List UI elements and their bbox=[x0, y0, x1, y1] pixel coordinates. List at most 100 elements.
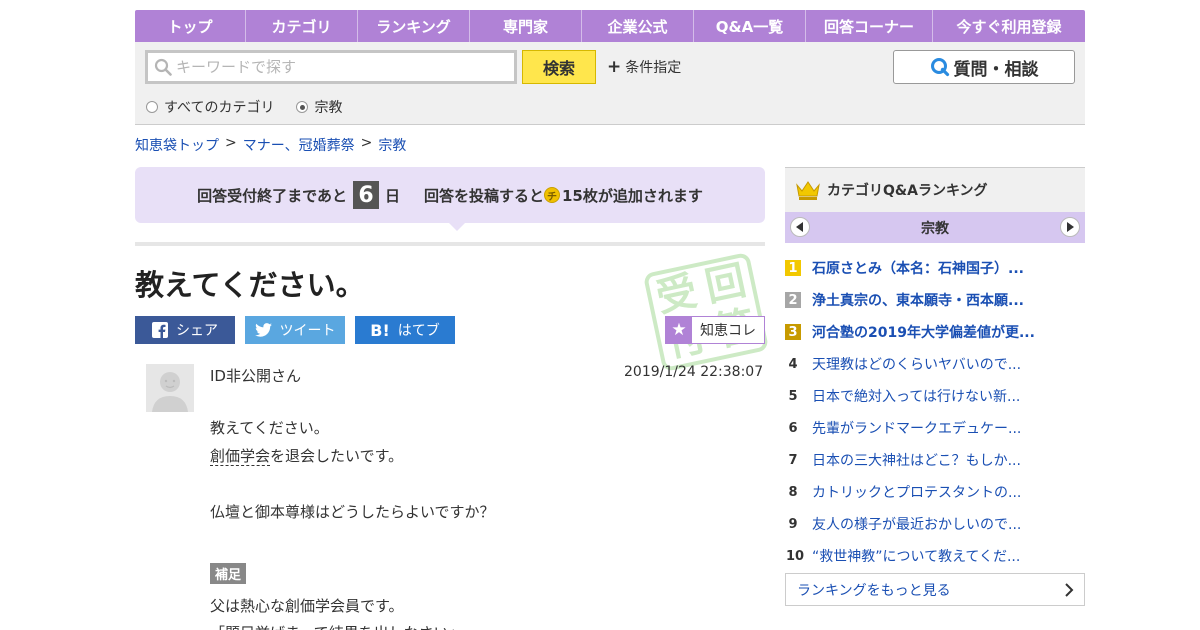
avatar bbox=[146, 364, 194, 412]
prev-category-button[interactable] bbox=[790, 217, 810, 237]
chie-coin-icon: チ bbox=[544, 187, 560, 203]
star-icon: ★ bbox=[666, 317, 692, 343]
nav-item-qa-list[interactable]: Q&A一覧 bbox=[694, 10, 806, 42]
ranking-item[interactable]: 3 河合塾の2019年大学偏差値が更... bbox=[785, 320, 1085, 344]
nav-item-category[interactable]: カテゴリ bbox=[246, 10, 358, 42]
radio-all-categories[interactable]: すべてのカテゴリ bbox=[146, 97, 274, 117]
twitter-icon bbox=[254, 323, 272, 337]
radio-off-icon bbox=[146, 101, 158, 113]
ranking-item-text: 日本で絶対入っては行けない新... bbox=[812, 389, 1021, 405]
default-avatar-icon bbox=[146, 364, 194, 412]
rank-number: 9 bbox=[788, 516, 798, 532]
rank-number: 2 bbox=[785, 292, 801, 308]
ranking-item-text: 河合塾の2019年大学偏差値が更... bbox=[812, 325, 1035, 341]
plus-icon: + bbox=[607, 57, 622, 77]
rank-number: 6 bbox=[788, 420, 798, 436]
notice-tail bbox=[449, 223, 465, 231]
search-box bbox=[145, 50, 517, 84]
more-ranking-label: ランキングをもっと見る bbox=[797, 582, 951, 599]
nav-item-ranking[interactable]: ランキング bbox=[358, 10, 470, 42]
ranking-item-text: 日本の三大神社はどこ？もしか... bbox=[812, 453, 1021, 469]
breadcrumb-religion[interactable]: 宗教 bbox=[378, 135, 406, 155]
radio-all-label: すべてのカテゴリ bbox=[164, 100, 275, 116]
search-input[interactable] bbox=[176, 58, 496, 76]
rank-number: 5 bbox=[788, 388, 798, 404]
ranking-item[interactable]: 10 “救世神教”について教えてくだ... bbox=[785, 544, 1085, 568]
hatena-bookmark-button[interactable]: B! はてブ bbox=[355, 316, 455, 344]
search-icon bbox=[154, 58, 172, 76]
search-area: 検索 + 条件指定 質問・相談 すべてのカテゴリ 宗教 bbox=[135, 42, 1085, 125]
stamp-char: 受 bbox=[652, 268, 702, 322]
supplement-badge: 補足 bbox=[210, 563, 247, 584]
keyword-link[interactable]: 創価学会 bbox=[210, 447, 271, 466]
accepting-answers-stamp: 受 回 付 答 bbox=[642, 251, 770, 373]
ranking-header: カテゴリQ&Aランキング bbox=[785, 167, 1085, 212]
ranking-item[interactable]: 7 日本の三大神社はどこ？もしか... bbox=[785, 448, 1085, 472]
divider bbox=[135, 242, 765, 246]
facebook-share-label: シェア bbox=[176, 323, 218, 339]
ranking-title: カテゴリQ&Aランキング bbox=[827, 183, 988, 199]
ranking-item-text: 友人の様子が最近おかしいので... bbox=[812, 517, 1022, 533]
triangle-left-icon bbox=[796, 222, 803, 232]
nav-item-register[interactable]: 今すぐ利用登録 bbox=[933, 10, 1085, 42]
rank-number: 7 bbox=[788, 452, 798, 468]
ask-question-label: 質問・相談 bbox=[953, 59, 1039, 80]
twitter-share-button[interactable]: ツイート bbox=[245, 316, 345, 344]
question-timestamp: 2019/1/24 22:38:07 bbox=[624, 364, 764, 380]
rank-number: 4 bbox=[788, 356, 798, 372]
chiekore-label: 知恵コレ bbox=[700, 323, 756, 339]
chevron-right-icon bbox=[1065, 583, 1074, 597]
search-button[interactable]: 検索 bbox=[522, 50, 596, 84]
ranking-item-text: 先輩がランドマークエデュケー... bbox=[812, 421, 1022, 437]
facebook-share-button[interactable]: シェア bbox=[135, 316, 235, 344]
rank-number: 10 bbox=[785, 548, 805, 564]
ranking-item[interactable]: 9 友人の様子が最近おかしいので... bbox=[785, 512, 1085, 536]
days-remaining: 6 bbox=[352, 181, 379, 209]
triangle-right-icon bbox=[1067, 222, 1074, 232]
ranking-item-text: 天理教はどのくらいヤバいので... bbox=[812, 357, 1022, 373]
ranking-item[interactable]: 2 浄土真宗の、東本願寺・西本願... bbox=[785, 288, 1085, 312]
stamp-char: 回 bbox=[701, 257, 751, 311]
notice-suffix: 15枚が追加されます bbox=[562, 186, 703, 205]
question-body-line: 創価学会を退会したいです。 bbox=[210, 445, 403, 466]
ranking-category-bar: 宗教 bbox=[785, 212, 1085, 243]
question-body-line: 仏壇と御本尊様はどうしたらよいですか？ bbox=[210, 503, 495, 521]
hatena-share-label: はてブ bbox=[397, 323, 440, 339]
nav-item-answer-corner[interactable]: 回答コーナー bbox=[806, 10, 933, 42]
more-ranking-button[interactable]: ランキングをもっと見る bbox=[785, 573, 1085, 606]
ranking-item-text: カトリックとプロテスタントの... bbox=[812, 485, 1022, 501]
rank-number: 1 bbox=[785, 260, 801, 276]
nav-item-experts[interactable]: 専門家 bbox=[470, 10, 582, 42]
nav-item-official[interactable]: 企業公式 bbox=[582, 10, 694, 42]
notice-middle: 回答を投稿すると bbox=[423, 186, 544, 205]
ranking-item-text: 石原さとみ（本名：石神国子）... bbox=[812, 261, 1024, 277]
chiekore-button[interactable]: ★ 知恵コレ bbox=[665, 316, 765, 344]
radio-on-icon bbox=[296, 101, 309, 113]
condition-toggle[interactable]: + 条件指定 bbox=[607, 57, 681, 77]
notice-prefix: 回答受付終了まであと bbox=[197, 186, 347, 205]
breadcrumb-top[interactable]: 知恵袋トップ bbox=[135, 135, 219, 155]
breadcrumb-separator: > bbox=[225, 135, 237, 151]
supplement-line: 父は熱心な創価学会員です。 bbox=[210, 597, 404, 615]
ask-question-button[interactable]: 質問・相談 bbox=[893, 50, 1075, 84]
ranking-item[interactable]: 1 石原さとみ（本名：石神国子）... bbox=[785, 256, 1085, 280]
ranking-item[interactable]: 4 天理教はどのくらいヤバいので... bbox=[785, 352, 1085, 376]
ranking-item[interactable]: 5 日本で絶対入っては行けない新... bbox=[785, 384, 1085, 408]
nav-item-top[interactable]: トップ bbox=[135, 10, 246, 42]
question-body-text: を退会したいです。 bbox=[270, 447, 404, 465]
radio-current-label: 宗教 bbox=[314, 100, 343, 116]
rank-number: 8 bbox=[788, 484, 798, 500]
q-logo-icon bbox=[930, 58, 949, 77]
breadcrumb: 知恵袋トップ > マナー、冠婚葬祭 > 宗教 bbox=[135, 135, 406, 155]
question-author: ID非公開さん bbox=[210, 367, 301, 385]
condition-label: 条件指定 bbox=[625, 60, 682, 76]
radio-current-category[interactable]: 宗教 bbox=[296, 97, 342, 117]
ranking-category: 宗教 bbox=[921, 220, 949, 237]
ranking-item[interactable]: 8 カトリックとプロテスタントの... bbox=[785, 480, 1085, 504]
next-category-button[interactable] bbox=[1060, 217, 1080, 237]
answer-deadline-notice: 回答受付終了まであと 6 日 回答を投稿すると チ 15枚が追加されます bbox=[135, 167, 765, 223]
ranking-item[interactable]: 6 先輩がランドマークエデュケー... bbox=[785, 416, 1085, 440]
breadcrumb-manners[interactable]: マナー、冠婚葬祭 bbox=[243, 135, 355, 155]
ranking-item-text: “救世神教”について教えてくだ... bbox=[812, 549, 1021, 565]
crown-icon bbox=[796, 181, 820, 200]
